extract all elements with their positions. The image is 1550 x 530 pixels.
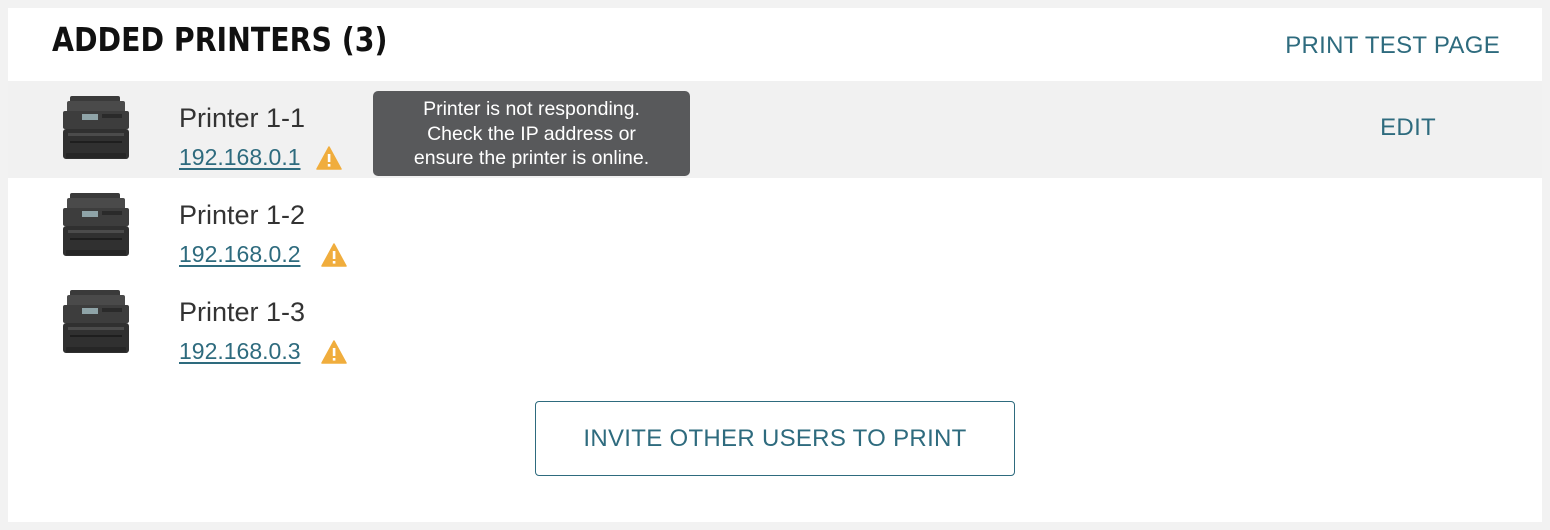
panel-header: ADDED PRINTERS (3) PRINT TEST PAGE xyxy=(8,8,1542,81)
tooltip-line: Printer is not responding. xyxy=(423,98,640,120)
tooltip-line: Check the IP address or xyxy=(427,122,636,145)
printer-icon xyxy=(60,289,132,355)
printer-name: Printer 1-1 xyxy=(179,103,306,133)
page-title: ADDED PRINTERS (3) xyxy=(52,20,388,59)
printer-icon xyxy=(60,192,132,258)
edit-button[interactable]: EDIT xyxy=(1380,114,1436,142)
print-test-page-link[interactable]: PRINT TEST PAGE xyxy=(1285,32,1500,60)
invite-users-button[interactable]: INVITE OTHER USERS TO PRINT xyxy=(535,401,1015,476)
status-tooltip: Printer is not responding. Check the IP … xyxy=(373,91,690,176)
printer-ip-link[interactable]: 192.168.0.1 xyxy=(179,144,301,171)
printer-ip-link[interactable]: 192.168.0.2 xyxy=(179,241,301,268)
tooltip-line: ensure the printer is online. xyxy=(413,147,650,169)
printer-name: Printer 1-3 xyxy=(179,297,306,327)
printer-row[interactable]: Printer 1-1 192.168.0.1 EDIT xyxy=(8,81,1542,178)
warning-icon[interactable] xyxy=(321,340,347,364)
printer-row[interactable]: Printer 1-3 192.168.0.3 xyxy=(8,275,1542,372)
printer-icon xyxy=(60,95,132,161)
printer-row[interactable]: Printer 1-2 192.168.0.2 xyxy=(8,178,1542,275)
warning-icon[interactable] xyxy=(321,243,347,267)
printer-ip-link[interactable]: 192.168.0.3 xyxy=(179,338,301,365)
printer-name: Printer 1-2 xyxy=(179,200,306,230)
added-printers-panel: ADDED PRINTERS (3) PRINT TEST PAGE Print… xyxy=(8,8,1542,522)
warning-icon[interactable] xyxy=(316,146,342,170)
